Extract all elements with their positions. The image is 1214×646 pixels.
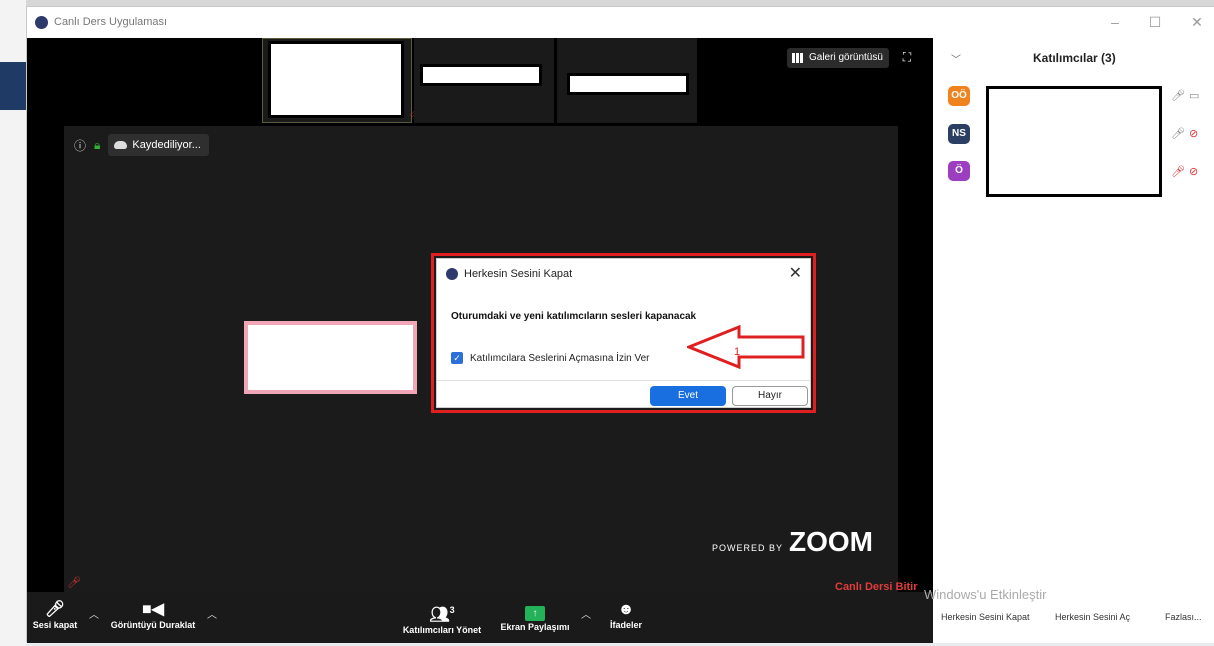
video-camera-icon[interactable]: ▭ [1189,89,1199,102]
minimize-button[interactable]: – [1105,14,1125,30]
chevron-up-icon[interactable]: ︿ [207,606,217,621]
participants-label: Katılımcıları Yönet [402,625,482,636]
redacted-box [420,64,542,86]
gallery-view-label: Galeri görüntüsü [809,52,883,63]
powered-by-text: POWERED BY [712,543,784,553]
stop-video-label: Görüntüyü Duraklat [110,620,196,630]
share-screen-button[interactable]: ↑ Ekran Paylaşımı [497,602,573,632]
mute-all-button[interactable]: Herkesin Sesini Kapat [941,612,1030,622]
share-arrow-icon: ↑ [525,606,545,621]
host-app-blue-block [0,62,26,110]
redacted-participant-names [986,86,1162,197]
more-button[interactable]: Fazlası... [1165,612,1202,622]
video-tile[interactable] [244,321,417,394]
participant-avatar[interactable]: Ö [948,161,970,181]
allow-unmute-label[interactable]: Katılımcılara Seslerini Açmasına İzin Ve… [470,353,650,364]
thumbnail-tile[interactable]: 🎤︎ [262,38,423,123]
recording-label: Kaydediliyor... [132,139,201,151]
reactions-label: İfadeler [609,620,642,630]
chevron-down-icon[interactable]: ﹀ [951,51,961,66]
info-icon[interactable]: ⓘ [74,137,86,154]
yes-button[interactable]: Evet [650,386,726,406]
lock-icon[interactable]: 🔒︎ [94,138,100,153]
annotation-arrow-icon [687,325,805,369]
thumbnail-tile[interactable] [414,38,554,123]
gallery-view-button[interactable]: Galeri görüntüsü [787,48,889,68]
chevron-up-icon[interactable]: ︿ [581,606,591,621]
participant-avatar[interactable]: NS [948,124,970,144]
participants-header: Katılımcılar (3) [1033,51,1116,65]
redacted-box [567,73,689,95]
app-logo-icon [35,16,48,29]
manage-participants-button[interactable]: 👥︎3 Katılımcıları Yönet [399,600,485,635]
chevron-up-icon[interactable]: ︿ [89,606,99,621]
dialog-message: Oturumdaki ve yeni katılımcıların sesler… [451,311,697,322]
title-bar: Canlı Ders Uygulaması – ☐ ✕ [27,7,1214,38]
video-camera-icon: ■◀︎ [142,601,164,618]
annotation-number: 1 [734,346,741,358]
mute-label: Sesi kapat [32,620,78,630]
recording-indicator[interactable]: Kaydediliyor... [108,134,209,156]
zoom-logo: ZOOM [789,526,874,557]
participants-footer: Herkesin Sesini Kapat Herkesin Sesini Aç… [933,604,1214,634]
meeting-toolbar: 🎤︎ Sesi kapat ︿ ■◀︎ Görüntüyü Duraklat ︿… [27,592,933,643]
zoom-branding: POWERED BY ZOOM [712,526,873,558]
screen: Canlı Ders Uygulaması – ☐ ✕ 🎤︎ Galeri gö… [0,0,1214,646]
allow-unmute-checkbox[interactable]: ✓ [451,352,463,364]
participant-avatar[interactable]: OÖ [948,86,970,106]
smiley-icon: ☻ [617,601,635,618]
muted-mic-icon[interactable]: 🎤︎ [1171,165,1185,178]
microphone-icon[interactable]: 🎤︎ [1171,89,1185,102]
dialog-close-button[interactable]: ✕ [789,263,802,283]
unmute-all-button[interactable]: Herkesin Sesini Aç [1055,612,1130,622]
end-meeting-button[interactable]: Canlı Dersi Bitir [835,581,918,593]
app-logo-icon [446,268,458,280]
activation-watermark: Windows'u Etkinleştir [924,587,1047,602]
dialog-divider [437,380,810,381]
share-screen-label: Ekran Paylaşımı [500,622,570,632]
video-off-icon[interactable]: ⊘ [1189,127,1198,140]
participants-icon: 👥︎3 [429,605,455,624]
video-off-icon[interactable]: ⊘ [1189,165,1198,178]
meeting-stage: 🎤︎ Galeri görüntüsü ⛶ ⓘ 🔒︎ Kaydedi [27,38,933,643]
window-title: Canlı Ders Uygulaması [54,16,168,28]
redacted-box [268,41,404,118]
maximize-button[interactable]: ☐ [1145,14,1165,31]
grid-icon [792,53,803,63]
fullscreen-icon[interactable]: ⛶ [900,50,914,64]
microphone-icon: 🎤︎ [44,601,66,618]
participants-count: 3 [449,605,455,615]
thumbnail-tile[interactable] [557,38,697,123]
participants-panel: ﹀ Katılımcılar (3) OÖ NS Ö 🎤︎ ▭ 🎤︎ ⊘ 🎤︎ … [933,38,1214,643]
reactions-button[interactable]: ☻ İfadeler [603,600,649,630]
close-window-button[interactable]: ✕ [1187,14,1207,31]
cloud-icon [114,141,128,149]
muted-mic-icon: 🎤︎ [67,577,81,589]
microphone-icon[interactable]: 🎤︎ [1171,127,1185,140]
mute-button[interactable]: 🎤︎ Sesi kapat [29,600,81,630]
host-app-left-edge [0,0,26,646]
app-window: Canlı Ders Uygulaması – ☐ ✕ 🎤︎ Galeri gö… [26,6,1214,643]
stop-video-button[interactable]: ■◀︎ Görüntüyü Duraklat [105,600,201,630]
dialog-title: Herkesin Sesini Kapat [464,268,573,280]
meeting-status-row: ⓘ 🔒︎ Kaydediliyor... [74,134,209,156]
no-button[interactable]: Hayır [732,386,808,406]
